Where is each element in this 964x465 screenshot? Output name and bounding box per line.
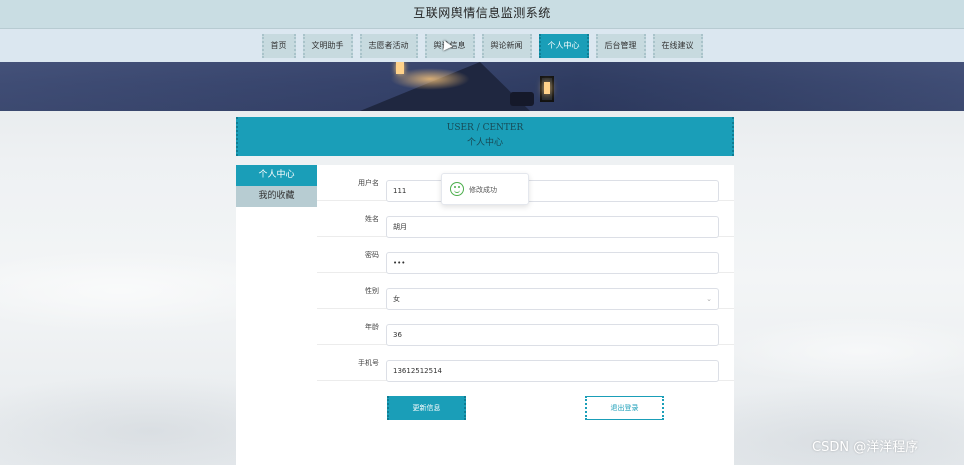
user-center-title-en: USER / CENTER bbox=[446, 123, 524, 133]
nav-item-volunteer-activities[interactable]: 志愿者活动 bbox=[359, 33, 418, 58]
toast-message: 修改成功 bbox=[469, 186, 497, 194]
logout-button[interactable]: 退出登录 bbox=[585, 396, 664, 420]
gender-select[interactable]: 女 ⌄ bbox=[386, 288, 719, 310]
lantern-icon bbox=[540, 76, 554, 102]
success-toast: 修改成功 bbox=[441, 173, 529, 205]
sidebar: 个人中心 我的收藏 bbox=[236, 165, 317, 465]
chevron-down-icon: ⌄ bbox=[706, 295, 712, 303]
name-label: 姓名 bbox=[365, 215, 379, 223]
smile-icon bbox=[450, 182, 464, 196]
nav-item-home[interactable]: 首页 bbox=[261, 33, 296, 58]
sidebar-item-personal-center[interactable]: 个人中心 bbox=[236, 165, 317, 186]
app-title: 互联网舆情信息监测系统 bbox=[413, 6, 551, 20]
username-label: 用户名 bbox=[358, 179, 379, 187]
age-input[interactable]: 36 bbox=[386, 324, 719, 346]
app-title-bar: 互联网舆情信息监测系统 bbox=[0, 0, 964, 29]
gender-label: 性别 bbox=[365, 287, 379, 295]
password-label: 密码 bbox=[365, 251, 379, 259]
watermark-text: CSDN @洋洋程序 bbox=[812, 440, 919, 455]
lantern-icon bbox=[396, 62, 404, 74]
age-label: 年龄 bbox=[365, 323, 379, 331]
banner-image bbox=[0, 62, 964, 111]
sidebar-item-favorites[interactable]: 我的收藏 bbox=[236, 186, 317, 207]
update-info-button[interactable]: 更新信息 bbox=[387, 396, 466, 420]
nav-item-online-suggestions[interactable]: 在线建议 bbox=[652, 33, 703, 58]
form-row-phone: 手机号 13612512514 bbox=[317, 345, 734, 382]
password-input[interactable]: ••• bbox=[386, 252, 719, 274]
main-nav: 首页 文明助手 志愿者活动 舆论信息 舆论新闻 个人中心 后台管理 在线建议 bbox=[0, 29, 964, 62]
nav-item-opinion-news[interactable]: 舆论新闻 bbox=[481, 33, 532, 58]
user-center-header: USER / CENTER 个人中心 bbox=[236, 117, 734, 156]
form-row-name: 姓名 胡月 bbox=[317, 201, 734, 238]
name-input[interactable]: 胡月 bbox=[386, 216, 719, 238]
username-input[interactable]: 111 bbox=[386, 180, 719, 202]
nav-item-admin[interactable]: 后台管理 bbox=[595, 33, 646, 58]
form-row-age: 年龄 36 bbox=[317, 309, 734, 346]
phone-input[interactable]: 13612512514 bbox=[386, 360, 719, 382]
gender-value: 女 bbox=[393, 295, 400, 303]
nav-item-personal-center[interactable]: 个人中心 bbox=[538, 33, 589, 58]
user-center-title-cn: 个人中心 bbox=[466, 138, 503, 148]
form-row-password: 密码 ••• bbox=[317, 237, 734, 274]
form-row-gender: 性别 女 ⌄ bbox=[317, 273, 734, 310]
profile-form: 用户名 111 姓名 胡月 密码 ••• 性别 女 ⌄ 年龄 36 手机号 13… bbox=[317, 165, 734, 465]
nav-item-civility-assistant[interactable]: 文明助手 bbox=[302, 33, 353, 58]
phone-label: 手机号 bbox=[358, 359, 379, 367]
